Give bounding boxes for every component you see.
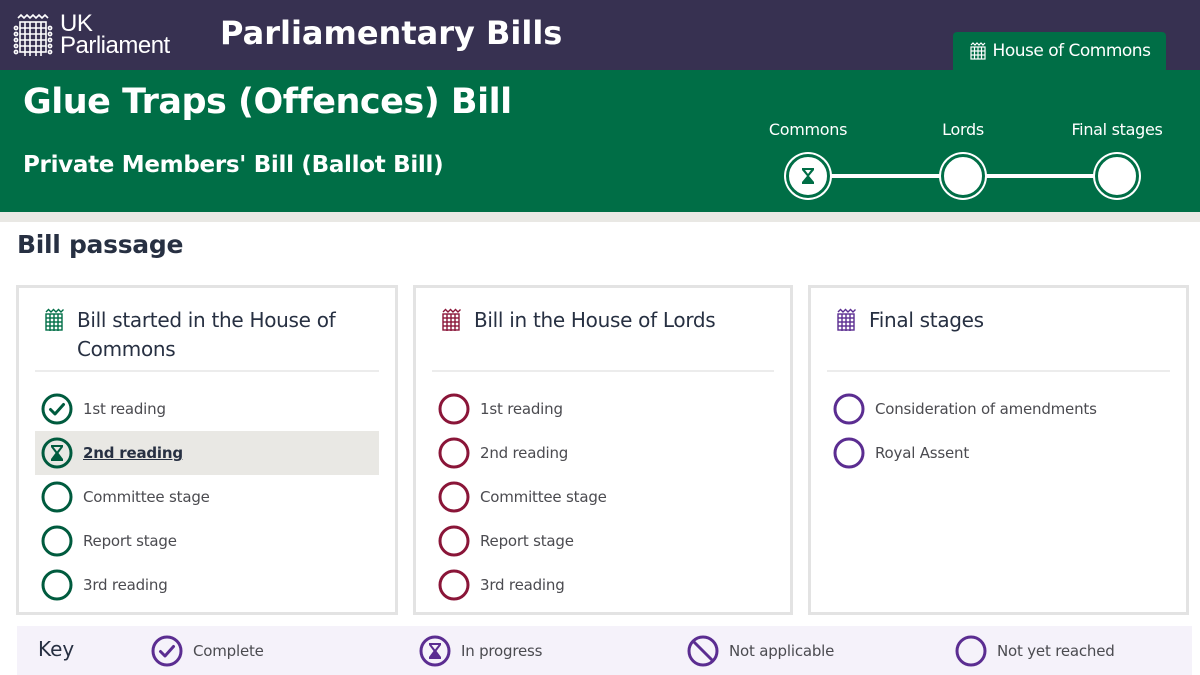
key-label: In progress — [461, 642, 543, 660]
status-key: Key Complete In progress Not applicable … — [17, 626, 1192, 675]
stage-label: Consideration of amendments — [875, 400, 1097, 418]
hourglass-icon — [419, 635, 451, 667]
progress-label-final-stages: Final stages — [1071, 120, 1163, 139]
empty-circle-icon — [833, 393, 865, 425]
card-header: Bill in the House of Lords — [440, 306, 716, 335]
bill-passage-title: Bill passage — [17, 230, 184, 259]
key-title: Key — [38, 637, 75, 661]
stage-item[interactable]: Committee stage — [432, 475, 774, 519]
stage-label: 2nd reading — [480, 444, 569, 462]
empty-circle-icon — [438, 393, 470, 425]
progress-node-lords[interactable] — [941, 154, 985, 198]
stage-label: Report stage — [83, 532, 177, 550]
empty-circle-icon — [833, 437, 865, 469]
card-header: Bill started in the House of Commons — [43, 306, 357, 364]
card-title: Bill started in the House of Commons — [77, 308, 336, 361]
stage-item[interactable]: 1st reading — [432, 387, 774, 431]
portcullis-icon — [969, 42, 986, 60]
empty-circle-icon — [438, 525, 470, 557]
bill-type: Private Members' Bill (Ballot Bill) — [23, 152, 444, 178]
stage-label: Committee stage — [83, 488, 210, 506]
top-bar: UK Parliament Parliamentary Bills House … — [0, 0, 1200, 70]
key-item-not-yet-reached: Not yet reached — [955, 635, 1115, 667]
empty-circle-icon — [438, 481, 470, 513]
check-circle-icon — [151, 635, 183, 667]
stage-label: Report stage — [480, 532, 574, 550]
stage-label: 3rd reading — [480, 576, 565, 594]
card-divider — [35, 370, 379, 372]
stage-item-current[interactable]: 2nd reading — [35, 431, 379, 475]
stage-item[interactable]: Report stage — [432, 519, 774, 563]
not-applicable-icon — [687, 635, 719, 667]
key-item-not-applicable: Not applicable — [687, 635, 834, 667]
hourglass-icon — [802, 168, 814, 184]
portcullis-icon — [442, 308, 461, 331]
key-item-in-progress: In progress — [419, 635, 542, 667]
stage-item[interactable]: Report stage — [35, 519, 379, 563]
banner-divider — [0, 212, 1200, 222]
check-circle-icon — [41, 393, 73, 425]
lords-stages-card: Bill in the House of Lords 1st reading 2… — [413, 285, 793, 615]
logo-text-parliament: Parliament — [60, 32, 170, 59]
stage-label: Committee stage — [480, 488, 607, 506]
progress-label-commons: Commons — [768, 120, 848, 139]
empty-circle-icon — [438, 569, 470, 601]
portcullis-icon — [837, 308, 856, 331]
commons-stages-card: Bill started in the House of Commons 1st… — [16, 285, 398, 615]
card-divider — [827, 370, 1170, 372]
empty-circle-icon — [41, 569, 73, 601]
key-item-complete: Complete — [151, 635, 264, 667]
house-of-commons-tab[interactable]: House of Commons — [953, 32, 1166, 70]
stage-item[interactable]: 3rd reading — [35, 563, 379, 607]
stage-label: 1st reading — [480, 400, 563, 418]
stage-item[interactable]: 1st reading — [35, 387, 379, 431]
stage-item[interactable]: Committee stage — [35, 475, 379, 519]
stage-label: Royal Assent — [875, 444, 970, 462]
empty-circle-icon — [438, 437, 470, 469]
stage-label: 1st reading — [83, 400, 166, 418]
progress-node-final-stages[interactable] — [1095, 154, 1139, 198]
final-stages-card: Final stages Consideration of amendments… — [808, 285, 1189, 615]
empty-circle-icon — [955, 635, 987, 667]
stage-item[interactable]: 2nd reading — [432, 431, 774, 475]
key-label: Not applicable — [729, 642, 835, 660]
empty-circle-icon — [41, 525, 73, 557]
card-header: Final stages — [835, 306, 984, 335]
site-title[interactable]: Parliamentary Bills — [220, 14, 562, 52]
stage-label-link[interactable]: 2nd reading — [83, 444, 183, 462]
card-divider — [432, 370, 774, 372]
progress-label-lords: Lords — [942, 120, 984, 139]
key-label: Not yet reached — [997, 642, 1115, 660]
empty-circle-icon — [41, 481, 73, 513]
card-title: Final stages — [869, 308, 984, 332]
stage-item[interactable]: Royal Assent — [827, 431, 1170, 475]
portcullis-icon — [13, 13, 53, 56]
card-title: Bill in the House of Lords — [474, 308, 716, 332]
bill-banner: Glue Traps (Offences) Bill Private Membe… — [0, 70, 1200, 212]
portcullis-icon — [45, 308, 64, 331]
key-label: Complete — [193, 642, 264, 660]
uk-parliament-logo[interactable]: UK Parliament — [12, 12, 170, 58]
logo-text: UK Parliament — [60, 12, 170, 59]
stage-label: 3rd reading — [83, 576, 168, 594]
progress-node-commons[interactable] — [786, 154, 830, 198]
bill-title: Glue Traps (Offences) Bill — [23, 82, 512, 122]
stage-item[interactable]: 3rd reading — [432, 563, 774, 607]
house-tab-label: House of Commons — [992, 41, 1151, 61]
hourglass-icon — [41, 437, 73, 469]
stage-item[interactable]: Consideration of amendments — [827, 387, 1170, 431]
